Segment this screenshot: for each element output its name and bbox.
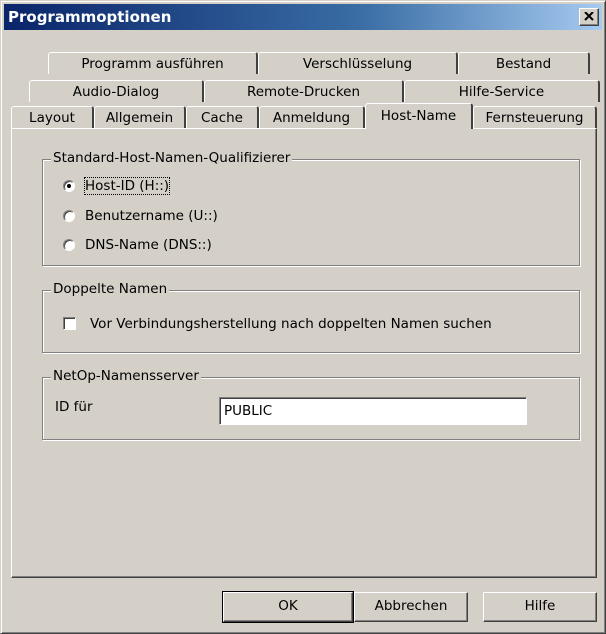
ok-button[interactable]: OK	[222, 591, 354, 623]
radio-label: Host-ID (H::)	[83, 177, 171, 195]
tab-anmeldung[interactable]: Anmeldung	[259, 106, 365, 128]
radio-dot	[67, 184, 71, 188]
radio-button[interactable]	[63, 180, 75, 192]
dialog-window: Programmoptionen Programm ausführen Vers…	[0, 0, 606, 634]
tab-bestand[interactable]: Bestand	[458, 52, 590, 74]
tab-label: Verschlüsselung	[302, 56, 413, 72]
tab-remote-drucken[interactable]: Remote-Drucken	[204, 80, 404, 102]
host-qualifier-group: Standard-Host-Namen-Qualifizierer Host-I…	[42, 150, 580, 266]
tab-label: Layout	[29, 110, 75, 126]
close-icon	[584, 12, 594, 21]
id-label: ID für	[55, 399, 93, 415]
tab-label: Remote-Drucken	[246, 84, 361, 100]
cancel-button[interactable]: Abbrechen	[354, 592, 468, 622]
tab-label: Anmeldung	[272, 110, 351, 126]
radio-label: DNS-Name (DNS::)	[85, 237, 212, 253]
group-legend: Standard-Host-Namen-Qualifizierer	[51, 150, 293, 166]
button-label: OK	[278, 598, 298, 614]
id-input[interactable]	[219, 397, 527, 425]
radio-button[interactable]	[63, 210, 75, 222]
tab-label: Fernsteuerung	[485, 110, 584, 126]
tab-label: Allgemein	[105, 110, 174, 126]
tab-fernsteuerung[interactable]: Fernsteuerung	[473, 106, 597, 128]
checkbox-label: Vor Verbindungsherstellung nach doppelte…	[90, 316, 492, 332]
radio-label: Benutzername (U::)	[85, 208, 218, 224]
tab-audio-dialog[interactable]: Audio-Dialog	[29, 80, 204, 102]
help-button[interactable]: Hilfe	[483, 592, 597, 622]
title-bar[interactable]: Programmoptionen	[4, 4, 602, 30]
group-legend: NetOp-Namensserver	[51, 368, 201, 384]
tab-label: Audio-Dialog	[72, 84, 160, 100]
tab-label: Programm ausführen	[81, 56, 224, 72]
tab-hilfe-service[interactable]: Hilfe-Service	[404, 80, 600, 102]
tab-programm-ausfuehren[interactable]: Programm ausführen	[48, 52, 258, 74]
tab-layout[interactable]: Layout	[11, 106, 94, 128]
tab-label: Cache	[201, 110, 243, 126]
radio-button[interactable]	[63, 239, 75, 251]
name-server-group: NetOp-Namensserver ID für	[42, 368, 580, 440]
tab-panel-host-name: Standard-Host-Namen-Qualifizierer Host-I…	[11, 128, 597, 578]
window-title: Programmoptionen	[8, 8, 172, 26]
close-button[interactable]	[579, 8, 599, 26]
tab-host-name[interactable]: Host-Name	[365, 103, 473, 129]
button-label: Hilfe	[524, 598, 556, 614]
tab-label: Host-Name	[380, 108, 457, 124]
tab-allgemein[interactable]: Allgemein	[94, 106, 186, 128]
tab-cache[interactable]: Cache	[186, 106, 259, 128]
tab-label: Hilfe-Service	[458, 84, 545, 100]
button-label: Abbrechen	[374, 598, 448, 614]
checkbox[interactable]	[63, 317, 76, 330]
duplicate-names-group: Doppelte Namen Vor Verbindungsherstellun…	[42, 281, 580, 353]
group-legend: Doppelte Namen	[51, 281, 170, 297]
tab-label: Bestand	[495, 56, 552, 72]
tab-verschluesselung[interactable]: Verschlüsselung	[258, 52, 458, 74]
